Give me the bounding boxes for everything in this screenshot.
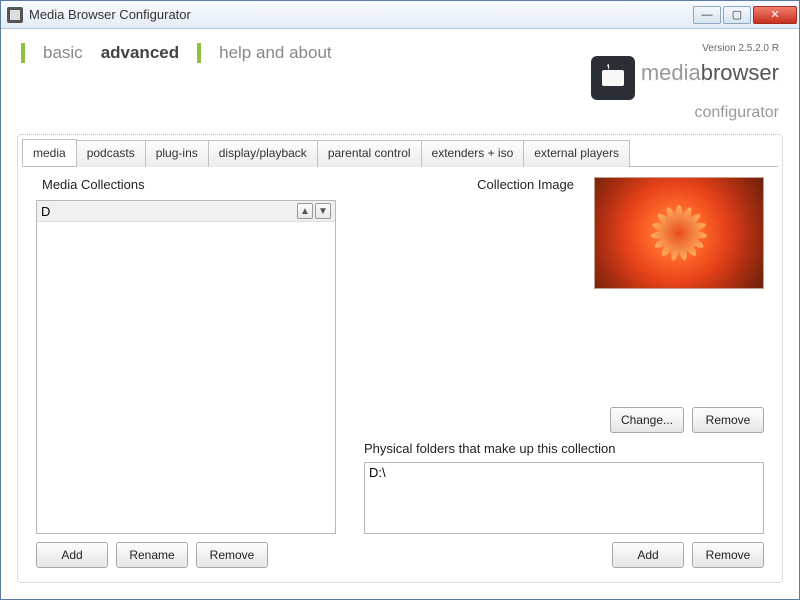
logo-icon xyxy=(591,56,635,100)
move-down-icon[interactable]: ▼ xyxy=(315,203,331,219)
change-image-button[interactable]: Change... xyxy=(610,407,684,433)
tab-plugins[interactable]: plug-ins xyxy=(145,140,209,167)
remove-image-button[interactable]: Remove xyxy=(692,407,764,433)
list-item[interactable]: D ▲ ▼ xyxy=(37,201,335,222)
list-item[interactable]: D:\ xyxy=(369,465,759,480)
physical-folders-label: Physical folders that make up this colle… xyxy=(364,441,764,456)
move-up-icon[interactable]: ▲ xyxy=(297,203,313,219)
tab-strip: media podcasts plug-ins display/playback… xyxy=(22,139,778,167)
tab-external[interactable]: external players xyxy=(523,140,630,167)
list-item-label: D xyxy=(41,204,295,219)
tab-parental[interactable]: parental control xyxy=(317,140,422,167)
minimize-button[interactable]: — xyxy=(693,6,721,24)
rename-collection-button[interactable]: Rename xyxy=(116,542,188,568)
nav-advanced[interactable]: advanced xyxy=(101,43,179,63)
nav-separator-icon xyxy=(21,43,25,63)
tab-media[interactable]: media xyxy=(22,139,77,166)
content-area: media podcasts plug-ins display/playback… xyxy=(17,134,783,583)
nav-basic[interactable]: basic xyxy=(43,43,83,63)
branding: Version 2.5.2.0 R mediabrowser mediabrow… xyxy=(591,43,779,122)
collection-image-label: Collection Image xyxy=(477,177,574,192)
version-label: Version 2.5.2.0 R xyxy=(702,43,779,54)
physical-folders-listbox[interactable]: D:\ xyxy=(364,462,764,534)
add-folder-button[interactable]: Add xyxy=(612,542,684,568)
media-panel: Media Collections D ▲ ▼ Collection Image xyxy=(22,167,778,578)
remove-collection-button[interactable]: Remove xyxy=(196,542,268,568)
app-window: Media Browser Configurator — ▢ ✕ basic a… xyxy=(0,0,800,600)
add-collection-button[interactable]: Add xyxy=(36,542,108,568)
nav-help[interactable]: help and about xyxy=(219,43,332,63)
remove-folder-button[interactable]: Remove xyxy=(692,542,764,568)
brand-subtitle: configurator xyxy=(695,104,780,122)
collections-listbox[interactable]: D ▲ ▼ xyxy=(36,200,336,534)
nav-separator-icon xyxy=(197,43,201,63)
collections-label: Media Collections xyxy=(36,177,336,192)
collection-image-preview xyxy=(594,177,764,289)
titlebar[interactable]: Media Browser Configurator — ▢ ✕ xyxy=(1,1,799,29)
close-button[interactable]: ✕ xyxy=(753,6,797,24)
app-icon xyxy=(7,7,23,23)
maximize-button[interactable]: ▢ xyxy=(723,6,751,24)
tab-podcasts[interactable]: podcasts xyxy=(76,140,146,167)
header: basic advanced help and about Version 2.… xyxy=(1,29,799,128)
tab-extenders[interactable]: extenders + iso xyxy=(421,140,525,167)
tab-display[interactable]: display/playback xyxy=(208,140,318,167)
window-title: Media Browser Configurator xyxy=(29,7,693,22)
